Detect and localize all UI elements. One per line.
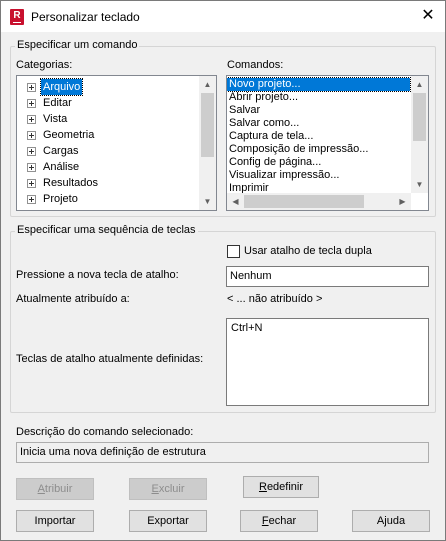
category-label: Cargas [43, 145, 79, 157]
assign-button-label: tribuir [44, 483, 73, 495]
assign-button[interactable]: Atribuir [16, 478, 94, 500]
category-label: Geometria [43, 129, 95, 141]
category-label: Resultados [43, 177, 99, 189]
delete-button[interactable]: Excluir [129, 478, 207, 500]
delete-button-mnemonic: E [151, 483, 159, 495]
command-item[interactable]: Visualizar impressão... [227, 169, 410, 182]
expand-plus-icon[interactable] [27, 147, 36, 156]
close-button-label: echar [268, 515, 297, 527]
scroll-down-icon[interactable]: ▼ [411, 176, 428, 193]
expand-plus-icon[interactable] [27, 163, 36, 172]
categories-scrollbar[interactable]: ▲ ▼ [199, 76, 216, 210]
command-item[interactable]: Captura de tela... [227, 130, 410, 143]
description-label: Descrição do comando selecionado: [16, 426, 194, 438]
expand-plus-icon[interactable] [27, 99, 36, 108]
import-button[interactable]: Importar [16, 510, 94, 532]
window-title: Personalizar teclado [31, 10, 140, 24]
command-item[interactable]: Salvar como... [227, 117, 410, 130]
expand-plus-icon[interactable] [27, 115, 36, 124]
defined-keys-list[interactable]: Ctrl+N [226, 318, 429, 406]
scroll-right-icon[interactable]: ▶ [394, 193, 411, 210]
category-label: Vista [43, 113, 68, 125]
commands-list[interactable]: Novo projeto... Abrir projeto... Salvar Sal… [226, 75, 429, 211]
scroll-down-icon[interactable]: ▼ [199, 193, 216, 210]
currently-assigned-value: < ... não atribuído > [227, 293, 323, 305]
categories-label: Categorias: [16, 59, 73, 71]
category-label: Projeto [43, 193, 78, 205]
key-sequence-group-label: Especificar uma sequência de teclas [15, 224, 198, 237]
defined-keys-label: Teclas de atalho atualmente definidas: [16, 353, 204, 365]
press-new-key-label: Pressione a nova tecla de atalho: [16, 269, 179, 281]
double-shortcut-label[interactable]: Usar atalho de tecla dupla [244, 245, 372, 258]
scroll-up-icon[interactable]: ▲ [411, 76, 428, 93]
scroll-left-icon[interactable]: ◀ [227, 193, 244, 210]
expand-plus-icon[interactable] [27, 195, 36, 204]
commands-vscroll-thumb[interactable] [413, 93, 426, 141]
command-item[interactable]: Config de página... [227, 156, 410, 169]
category-item[interactable]: Geometria [17, 127, 199, 143]
commands-hscroll-thumb[interactable] [244, 195, 364, 208]
help-button[interactable]: Ajuda [352, 510, 430, 532]
category-label: Análise [43, 161, 80, 173]
delete-button-label: xcluir [158, 483, 185, 495]
categories-scroll-thumb[interactable] [201, 93, 214, 157]
category-item[interactable]: Cargas [17, 143, 199, 159]
close-button-mnemonic: F [261, 515, 269, 527]
categories-tree[interactable]: Arquivo Editar Vista Geometria Cargas Análise… [16, 75, 217, 211]
scroll-up-icon[interactable]: ▲ [199, 76, 216, 93]
category-item[interactable]: Resultados [17, 175, 199, 191]
double-shortcut-checkbox[interactable] [227, 245, 240, 258]
close-icon[interactable]: ✕ [419, 7, 437, 25]
reset-button-mnemonic: R [258, 481, 267, 493]
reset-button-label: edefinir [266, 481, 304, 493]
category-item[interactable]: Análise [17, 159, 199, 175]
customize-keyboard-dialog: R Personalizar teclado ✕ Especificar um … [0, 0, 446, 541]
command-description-field: Inicia uma nova definição de estrutura [16, 442, 429, 463]
category-item[interactable]: Arquivo [17, 78, 199, 96]
app-logo-icon: R [10, 9, 24, 25]
commands-vscrollbar[interactable]: ▲ ▼ [411, 76, 428, 193]
command-item[interactable]: Abrir projeto... [227, 91, 410, 104]
new-shortcut-input[interactable]: Nenhum [226, 266, 429, 287]
command-item[interactable]: Composição de impressão... [227, 143, 410, 156]
category-item[interactable]: Projeto [17, 191, 199, 207]
close-button[interactable]: Fechar [240, 510, 318, 532]
expand-plus-icon[interactable] [27, 179, 36, 188]
assign-button-mnemonic: A [37, 483, 45, 495]
export-button[interactable]: Exportar [129, 510, 207, 532]
category-label: Editar [43, 97, 72, 109]
command-item[interactable]: Salvar [227, 104, 410, 117]
category-item[interactable]: Vista [17, 111, 199, 127]
reset-button[interactable]: Redefinir [243, 476, 319, 498]
specify-command-group-label: Especificar um comando [15, 39, 140, 52]
command-item[interactable]: Novo projeto... [227, 77, 411, 92]
title-bar: R Personalizar teclado ✕ [1, 1, 445, 32]
expand-plus-icon[interactable] [27, 131, 36, 140]
category-label: Arquivo [39, 78, 84, 96]
defined-key-item[interactable]: Ctrl+N [229, 322, 262, 335]
expand-plus-icon[interactable] [27, 83, 36, 92]
commands-hscrollbar[interactable]: ◀ ▶ [227, 193, 411, 210]
currently-assigned-label: Atualmente atribuído a: [16, 293, 130, 305]
commands-label: Comandos: [227, 59, 284, 71]
category-item[interactable]: Editar [17, 95, 199, 111]
